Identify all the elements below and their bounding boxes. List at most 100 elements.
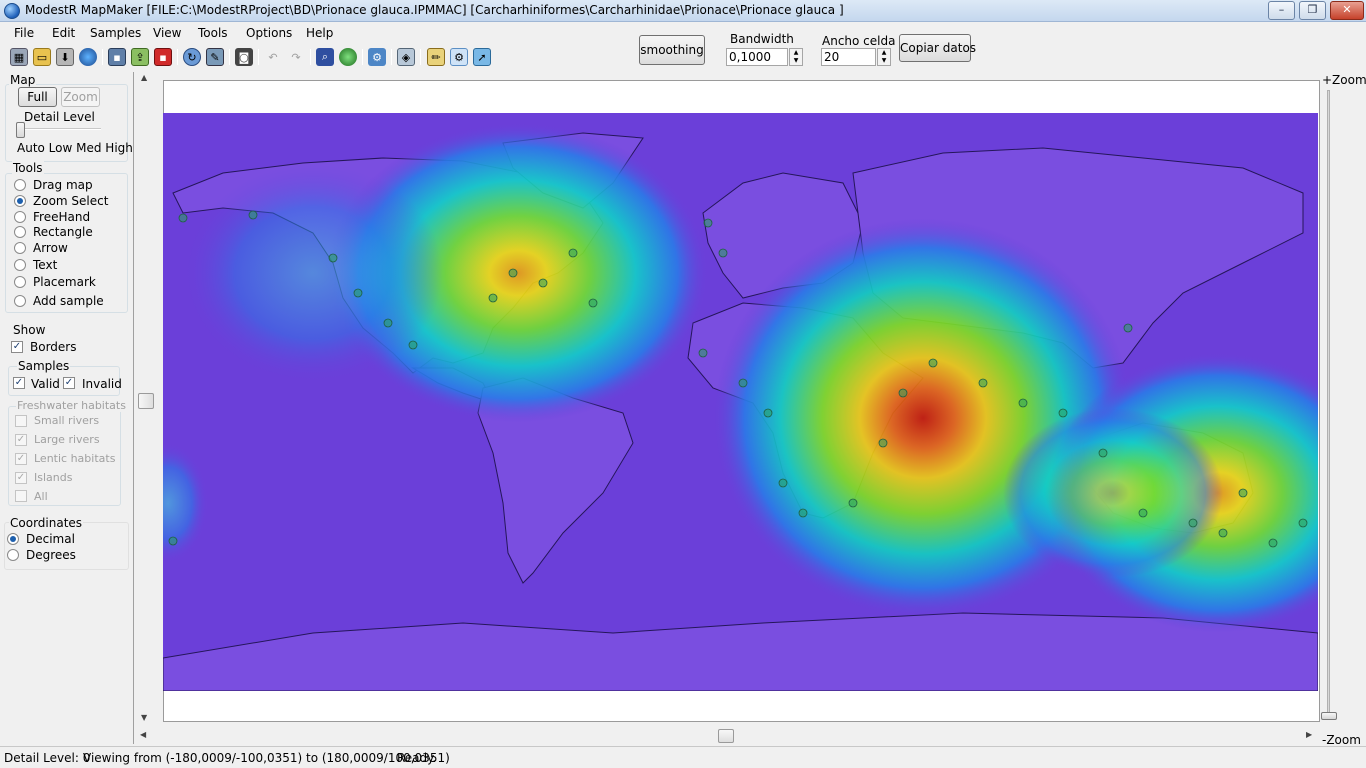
menu-help[interactable]: Help: [306, 26, 333, 40]
cell-width-spinner[interactable]: ▲ ▼: [877, 48, 891, 66]
maximize-button[interactable]: ❐: [1299, 1, 1326, 20]
load-icon[interactable]: ⬇: [56, 48, 74, 66]
zoom-slider-thumb[interactable]: [1321, 712, 1337, 720]
vertical-scroll-thumb[interactable]: [138, 393, 154, 409]
sample-point: [568, 248, 578, 258]
radio-text[interactable]: [14, 259, 26, 271]
tool-arrow-label: Arrow: [33, 241, 68, 255]
menu-options[interactable]: Options: [246, 26, 292, 40]
status-detail-level: Detail Level: 0: [4, 751, 91, 765]
horizontal-scroll-thumb[interactable]: [718, 729, 734, 743]
copy-data-button[interactable]: Copiar datos: [899, 34, 976, 62]
edit-pencil-icon[interactable]: ✏: [427, 48, 445, 66]
detail-level-options: Auto Low Med High: [17, 141, 133, 155]
zoom-out-label[interactable]: -Zoom: [1322, 733, 1361, 747]
islands-checkbox[interactable]: ✓: [15, 472, 27, 484]
smoothing-button[interactable]: smoothing: [639, 35, 705, 65]
scroll-down-icon[interactable]: ▼: [141, 713, 147, 722]
large-rivers-label: Large rivers: [34, 433, 100, 446]
layers-icon[interactable]: ◈: [397, 48, 415, 66]
status-bar: Detail Level: 0 Viewing from (-180,0009/…: [0, 746, 1366, 768]
sample-point: [1123, 323, 1133, 333]
radio-placemark[interactable]: [14, 276, 26, 288]
toolbar-separator: [177, 49, 178, 65]
filter-icon[interactable]: ⚙: [450, 48, 468, 66]
tool-placemark-label: Placemark: [33, 275, 96, 289]
save-icon[interactable]: ▪: [108, 48, 126, 66]
left-panel: Map Full Zoom Detail Level Auto Low Med …: [0, 72, 134, 744]
settings-icon[interactable]: ⚙: [368, 48, 386, 66]
bandwidth-input[interactable]: 0,1000: [726, 48, 788, 66]
vertical-scrollbar[interactable]: ▲ ▼: [138, 73, 154, 725]
minimize-button[interactable]: –: [1268, 1, 1295, 20]
invalid-checkbox[interactable]: ✓: [63, 377, 75, 389]
zoom-in-label[interactable]: +Zoom: [1322, 73, 1366, 87]
menu-samples[interactable]: Samples: [90, 26, 141, 40]
tool-zoom-select-label: Zoom Select: [33, 194, 109, 208]
undo-icon[interactable]: ↶: [264, 48, 282, 66]
zoom-slider-track[interactable]: [1321, 90, 1337, 720]
sample-point: [878, 438, 888, 448]
large-rivers-checkbox[interactable]: ✓: [15, 434, 27, 446]
lentic-habitats-checkbox[interactable]: ✓: [15, 453, 27, 465]
run-icon[interactable]: ➚: [473, 48, 491, 66]
menu-file[interactable]: File: [14, 26, 34, 40]
menu-view[interactable]: View: [153, 26, 181, 40]
zoom-button[interactable]: Zoom: [61, 87, 100, 107]
status-ready: Ready.: [397, 751, 437, 765]
horizontal-scrollbar[interactable]: ◀ ▶: [138, 728, 1318, 744]
tool-add-sample-label: Add sample: [33, 294, 104, 308]
edit-icon[interactable]: ✎: [206, 48, 224, 66]
grid-icon[interactable]: ▦: [10, 48, 28, 66]
small-rivers-checkbox[interactable]: [15, 415, 27, 427]
export-icon[interactable]: ⇪: [131, 48, 149, 66]
sample-point: [353, 288, 363, 298]
radio-rectangle[interactable]: [14, 226, 26, 238]
sample-point: [1058, 408, 1068, 418]
camera-icon[interactable]: ◙: [235, 48, 253, 66]
scroll-up-icon[interactable]: ▲: [141, 73, 147, 82]
sample-point: [488, 293, 498, 303]
toolbar: ▦ ▭ ⬇ ▪ ⇪ ▪ ↻ ✎ ◙ ↶ ↷ ⌕ ⚙ ◈ ✏ ⚙ ➚: [0, 45, 630, 70]
detail-slider-thumb[interactable]: [16, 122, 25, 138]
bandwidth-spinner[interactable]: ▲ ▼: [789, 48, 803, 66]
full-button[interactable]: Full: [18, 87, 57, 107]
show-group-label: Show: [13, 323, 46, 337]
sample-point: [383, 318, 393, 328]
samples-group-label: Samples: [17, 359, 71, 373]
save-red-icon[interactable]: ▪: [154, 48, 172, 66]
search-map-icon[interactable]: ⌕: [316, 48, 334, 66]
redo-icon[interactable]: ↷: [287, 48, 305, 66]
sample-point: [703, 218, 713, 228]
radio-arrow[interactable]: [14, 242, 26, 254]
title-bar[interactable]: ModestR MapMaker [FILE:C:\ModestRProject…: [0, 0, 1366, 22]
map-canvas[interactable]: [163, 113, 1318, 691]
radio-zoom-select[interactable]: [14, 195, 26, 207]
globe-search-icon[interactable]: [79, 48, 97, 66]
radio-add-sample[interactable]: [14, 295, 26, 307]
radio-freehand[interactable]: [14, 211, 26, 223]
all-checkbox[interactable]: [15, 490, 27, 502]
toolbar-separator: [362, 49, 363, 65]
refresh-icon[interactable]: ↻: [183, 48, 201, 66]
toolbar-separator: [102, 49, 103, 65]
radio-decimal[interactable]: [7, 533, 19, 545]
radio-degrees[interactable]: [7, 549, 19, 561]
detail-slider-track: [17, 128, 101, 130]
sample-point: [508, 268, 518, 278]
valid-checkbox[interactable]: ✓: [13, 377, 25, 389]
scroll-left-icon[interactable]: ◀: [140, 730, 146, 739]
sample-point: [1268, 538, 1278, 548]
decimal-label: Decimal: [26, 532, 75, 546]
toolbar-separator: [420, 49, 421, 65]
cell-width-input[interactable]: 20: [821, 48, 876, 66]
borders-checkbox[interactable]: ✓: [11, 341, 23, 353]
radio-drag-map[interactable]: [14, 179, 26, 191]
scroll-right-icon[interactable]: ▶: [1306, 730, 1312, 739]
close-button[interactable]: ✕: [1330, 1, 1364, 20]
menu-edit[interactable]: Edit: [52, 26, 75, 40]
menu-tools[interactable]: Tools: [198, 26, 228, 40]
tools-group-label: Tools: [12, 161, 44, 175]
globe-icon[interactable]: [339, 48, 357, 66]
open-folder-icon[interactable]: ▭: [33, 48, 51, 66]
